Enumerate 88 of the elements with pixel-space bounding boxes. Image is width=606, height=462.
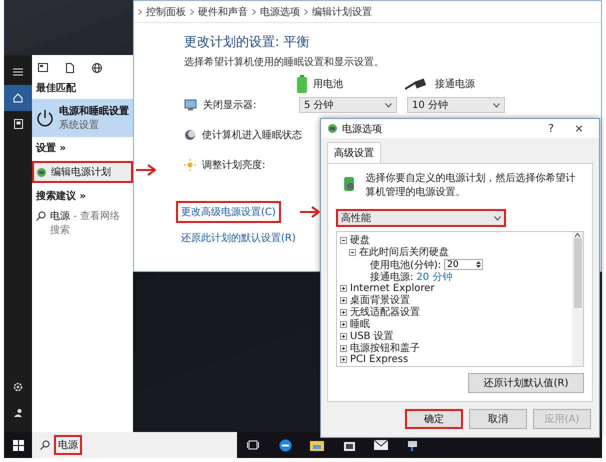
breadcrumb-item[interactable]: 控制面板 bbox=[146, 4, 186, 18]
tree-item[interactable]: 睡眠 bbox=[350, 317, 370, 331]
plan-dropdown[interactable]: 高性能 bbox=[336, 209, 506, 227]
menu-icon[interactable] bbox=[13, 68, 23, 76]
tab[interactable]: 高级设置 bbox=[327, 142, 381, 163]
chevron-right-icon bbox=[190, 8, 194, 14]
globe-icon[interactable] bbox=[92, 63, 102, 73]
moon-icon bbox=[184, 129, 196, 141]
tiles-icon[interactable] bbox=[38, 63, 48, 72]
chevron-right-icon bbox=[252, 8, 256, 14]
people-icon[interactable] bbox=[13, 408, 23, 418]
section-heading: 最佳匹配 bbox=[35, 82, 77, 96]
dialog-button[interactable]: 取消 bbox=[469, 409, 527, 429]
tree-item[interactable]: Internet Explorer bbox=[350, 283, 435, 294]
battery-icon bbox=[297, 75, 307, 93]
dialog-description: 选择你要自定义的电源计划，然后选择你希望计算机管理的电源设置。 bbox=[366, 172, 576, 199]
chevron-down-icon bbox=[494, 216, 501, 220]
expand-toggle-icon[interactable] bbox=[340, 344, 347, 352]
help-button[interactable]: ? bbox=[539, 122, 563, 135]
scroll-up-icon[interactable] bbox=[574, 232, 581, 238]
tree-item[interactable]: 桌面背景设置 bbox=[350, 293, 410, 307]
collapse-toggle-icon[interactable] bbox=[340, 236, 347, 244]
chevron-down-icon bbox=[385, 102, 392, 108]
tree-item[interactable]: 无线适配器设置 bbox=[350, 305, 420, 319]
dialog-button[interactable]: 确定 bbox=[405, 409, 463, 429]
breadcrumb-item[interactable]: 电源选项 bbox=[260, 4, 300, 18]
best-match-subtitle: 系统设置 bbox=[59, 118, 100, 132]
tree-item[interactable]: USB 设置 bbox=[350, 329, 394, 343]
best-match-title: 电源和睡眠设置 bbox=[59, 104, 129, 118]
plug-icon bbox=[405, 78, 429, 90]
column-heading: 接通电源 bbox=[435, 78, 475, 91]
expand-toggle-icon[interactable] bbox=[340, 308, 347, 316]
settings-link[interactable]: 更改高级电源设置(C) bbox=[176, 201, 281, 223]
setting-label: 调整计划亮度: bbox=[202, 158, 266, 172]
restore-defaults-button[interactable]: 还原计划默认值(R) bbox=[468, 373, 584, 393]
home-icon[interactable] bbox=[13, 93, 23, 103]
search-field[interactable]: 电源 bbox=[32, 432, 237, 458]
best-match-item[interactable]: 电源和睡眠设置 系统设置 bbox=[32, 99, 133, 137]
search-icon bbox=[40, 440, 50, 450]
tree-item[interactable]: 硬盘 bbox=[350, 233, 370, 247]
scrollbar[interactable] bbox=[572, 232, 583, 366]
settings-link[interactable]: 还原此计划的默认设置(R) bbox=[176, 227, 301, 249]
breadcrumb-item[interactable]: 硬件和声音 bbox=[198, 4, 248, 18]
sun-icon bbox=[184, 159, 196, 171]
suggestion-text[interactable]: 电源 - 查看网络搜索 bbox=[50, 209, 129, 237]
settings-result-item[interactable]: 编辑电源计划 bbox=[32, 161, 133, 183]
settings-icon[interactable] bbox=[13, 382, 23, 392]
store-bag-icon[interactable] bbox=[344, 439, 354, 451]
arrow-icon bbox=[136, 164, 156, 176]
mail-icon[interactable] bbox=[374, 440, 388, 450]
tree-item[interactable]: PCI Express bbox=[350, 354, 408, 365]
chevron-right-icon bbox=[304, 8, 308, 14]
search-value: 电源 bbox=[54, 435, 82, 455]
section-heading: 搜索建议 » bbox=[34, 190, 87, 204]
spin-field[interactable]: 20 bbox=[444, 259, 484, 270]
expand-toggle-icon[interactable] bbox=[340, 332, 347, 340]
tree-item[interactable]: 在此时间后关闭硬盘 bbox=[359, 245, 449, 259]
arrow-icon bbox=[300, 206, 320, 218]
column-heading: 用电池 bbox=[313, 78, 343, 91]
setting-label: 关闭显示器: bbox=[203, 98, 258, 112]
close-button[interactable]: × bbox=[567, 122, 591, 135]
setting-value[interactable]: 20 分钟 bbox=[416, 270, 452, 284]
document-icon[interactable] bbox=[66, 63, 74, 73]
setting-label: 使用电池(分钟): bbox=[370, 258, 442, 272]
expand-toggle-icon[interactable] bbox=[340, 356, 347, 363]
search-icon bbox=[36, 211, 46, 221]
chevron-down-icon bbox=[493, 102, 500, 108]
breadcrumb-item[interactable]: 编辑计划设置 bbox=[312, 4, 372, 18]
dropdown[interactable]: 5 分钟 bbox=[299, 97, 397, 113]
windows-logo-icon[interactable] bbox=[12, 440, 24, 450]
page-title: 更改计划的设置: 平衡 bbox=[184, 34, 311, 51]
power-icon bbox=[35, 108, 55, 128]
monitor-icon bbox=[184, 99, 197, 111]
page-subtitle: 选择希望计算机使用的睡眠设置和显示设置。 bbox=[184, 56, 385, 69]
section-heading: 设置 » bbox=[34, 142, 67, 156]
chevron-right-icon bbox=[138, 8, 142, 14]
task-view-icon[interactable] bbox=[247, 440, 259, 450]
dialog-title: 电源选项 bbox=[342, 122, 383, 136]
expand-toggle-icon[interactable] bbox=[340, 320, 347, 328]
expand-toggle-icon[interactable] bbox=[340, 285, 347, 292]
setting-label: 接通电源: bbox=[370, 270, 414, 283]
collapse-toggle-icon[interactable] bbox=[349, 248, 356, 256]
tree-item[interactable]: 电源按钮和盖子 bbox=[350, 341, 420, 355]
spin-arrows-icon[interactable] bbox=[475, 260, 482, 269]
expand-toggle-icon[interactable] bbox=[340, 296, 347, 304]
dropdown[interactable]: 10 分钟 bbox=[407, 97, 505, 113]
notebook-icon[interactable] bbox=[14, 119, 22, 129]
folder-icon[interactable] bbox=[310, 440, 324, 450]
